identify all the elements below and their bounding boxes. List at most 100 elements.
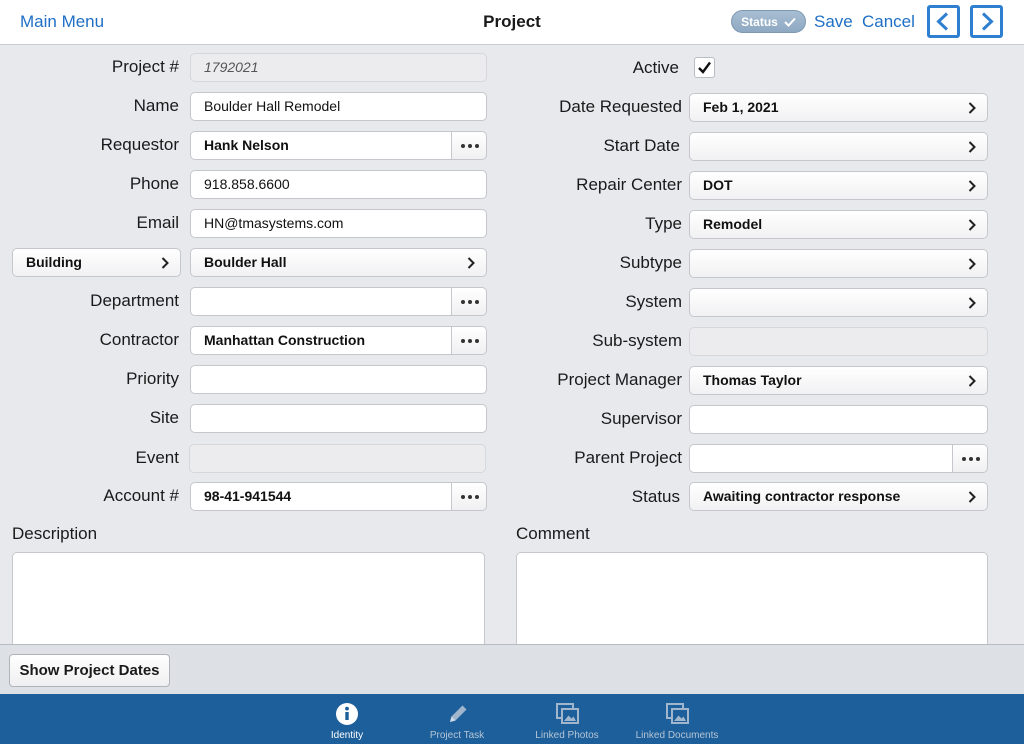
name-field[interactable]: Boulder Hall Remodel [190,92,487,121]
save-button[interactable]: Save [814,12,853,32]
description-label: Description [12,524,98,543]
requestor-label: Requestor [100,135,179,154]
chevron-right-icon [981,12,994,31]
description-textarea[interactable] [12,552,485,646]
contractor-label: Contractor [99,330,179,349]
supervisor-label: Supervisor [600,409,682,428]
building-type-button[interactable]: Building [12,248,181,277]
date-requested-value: Feb 1, 2021 [703,99,779,115]
comment-label: Comment [516,524,590,543]
priority-field[interactable] [190,365,487,394]
photos-icon [556,703,579,724]
next-record-button[interactable] [970,5,1003,38]
email-label: Email [136,213,179,232]
chevron-right-icon [968,180,976,192]
main-menu-link[interactable]: Main Menu [20,12,104,32]
subsystem-field [689,327,988,356]
phone-label: Phone [129,174,179,193]
pencil-icon [450,705,467,722]
system-label: System [625,292,682,311]
chevron-right-icon [968,258,976,270]
tab-identity-label: Identity [330,730,364,741]
project-manager-select[interactable]: Thomas Taylor [689,366,988,395]
department-label: Department [90,291,179,310]
tab-linked-documents-label: Linked Documents [635,730,719,741]
date-requested-select[interactable]: Feb 1, 2021 [689,93,988,122]
parent-project-lookup-button[interactable] [952,444,988,473]
start-date-select[interactable] [689,132,988,161]
tab-linked-photos-label: Linked Photos [535,730,599,741]
contractor-lookup-button[interactable] [451,326,487,355]
type-select[interactable]: Remodel [689,210,988,239]
event-label: Event [135,448,179,467]
comment-textarea[interactable] [516,552,988,646]
tab-bar: Identity Project Task Linked Photos Link… [0,694,1024,744]
start-date-label: Start Date [603,136,680,155]
parent-project-field[interactable] [689,444,954,473]
repair-center-label: Repair Center [576,175,682,194]
site-field[interactable] [190,404,487,433]
checkmark-icon [784,17,796,27]
phone-field[interactable]: 918.858.6600 [190,170,487,199]
documents-icon [666,703,689,724]
building-type-label: Building [26,254,82,270]
project-manager-value: Thomas Taylor [703,372,802,388]
tab-linked-documents[interactable]: Linked Documents [622,694,732,744]
event-field [189,444,486,473]
contractor-field[interactable]: Manhattan Construction [190,326,453,355]
building-value: Boulder Hall [204,254,287,270]
subtype-label: Subtype [619,253,682,272]
chevron-right-icon [467,257,475,269]
type-label: Type [645,214,682,233]
type-value: Remodel [703,216,763,232]
active-checkbox[interactable] [694,57,715,78]
status-select[interactable]: Awaiting contractor response [689,482,988,511]
site-label: Site [149,408,179,427]
subtype-select[interactable] [689,249,988,278]
chevron-right-icon [968,102,976,114]
supervisor-field[interactable] [689,405,988,434]
chevron-right-icon [968,141,976,153]
account-number-label: Account # [103,486,179,505]
project-number-label: Project # [111,57,179,76]
subsystem-label: Sub-system [592,331,682,350]
chevron-right-icon [968,219,976,231]
requestor-lookup-button[interactable] [451,131,487,160]
info-icon [336,703,358,725]
previous-record-button[interactable] [927,5,960,38]
chevron-right-icon [968,491,976,503]
chevron-right-icon [968,297,976,309]
status-button[interactable]: Status [731,10,806,33]
chevron-left-icon [936,12,949,31]
status-label: Status [631,487,680,506]
priority-label: Priority [126,369,179,388]
parent-project-label: Parent Project [574,448,682,467]
tab-linked-photos[interactable]: Linked Photos [512,694,622,744]
chevron-right-icon [968,375,976,387]
account-lookup-button[interactable] [451,482,487,511]
building-select[interactable]: Boulder Hall [190,248,487,277]
requestor-field[interactable]: Hank Nelson [190,131,453,160]
cancel-button[interactable]: Cancel [862,12,915,32]
active-label: Active [632,58,679,77]
tab-project-task[interactable]: Project Task [402,694,512,744]
bottom-toolbar: Show Project Dates [0,644,1024,694]
account-number-field[interactable]: 98-41-941544 [190,482,453,511]
repair-center-value: DOT [703,177,733,193]
tab-identity[interactable]: Identity [292,694,402,744]
date-requested-label: Date Requested [559,97,682,116]
project-manager-label: Project Manager [557,370,682,389]
system-select[interactable] [689,288,988,317]
tab-project-task-label: Project Task [429,730,485,741]
department-lookup-button[interactable] [451,287,487,316]
name-label: Name [133,96,179,115]
project-number-field: 1792021 [190,53,487,82]
status-value: Awaiting contractor response [703,488,901,504]
header-bar: Main Menu Project Status Save Cancel [0,0,1024,45]
email-field[interactable]: HN@tmasystems.com [190,209,487,238]
chevron-right-icon [161,257,169,269]
status-button-label: Status [741,14,778,29]
department-field[interactable] [190,287,453,316]
show-project-dates-button[interactable]: Show Project Dates [9,654,170,687]
repair-center-select[interactable]: DOT [689,171,988,200]
